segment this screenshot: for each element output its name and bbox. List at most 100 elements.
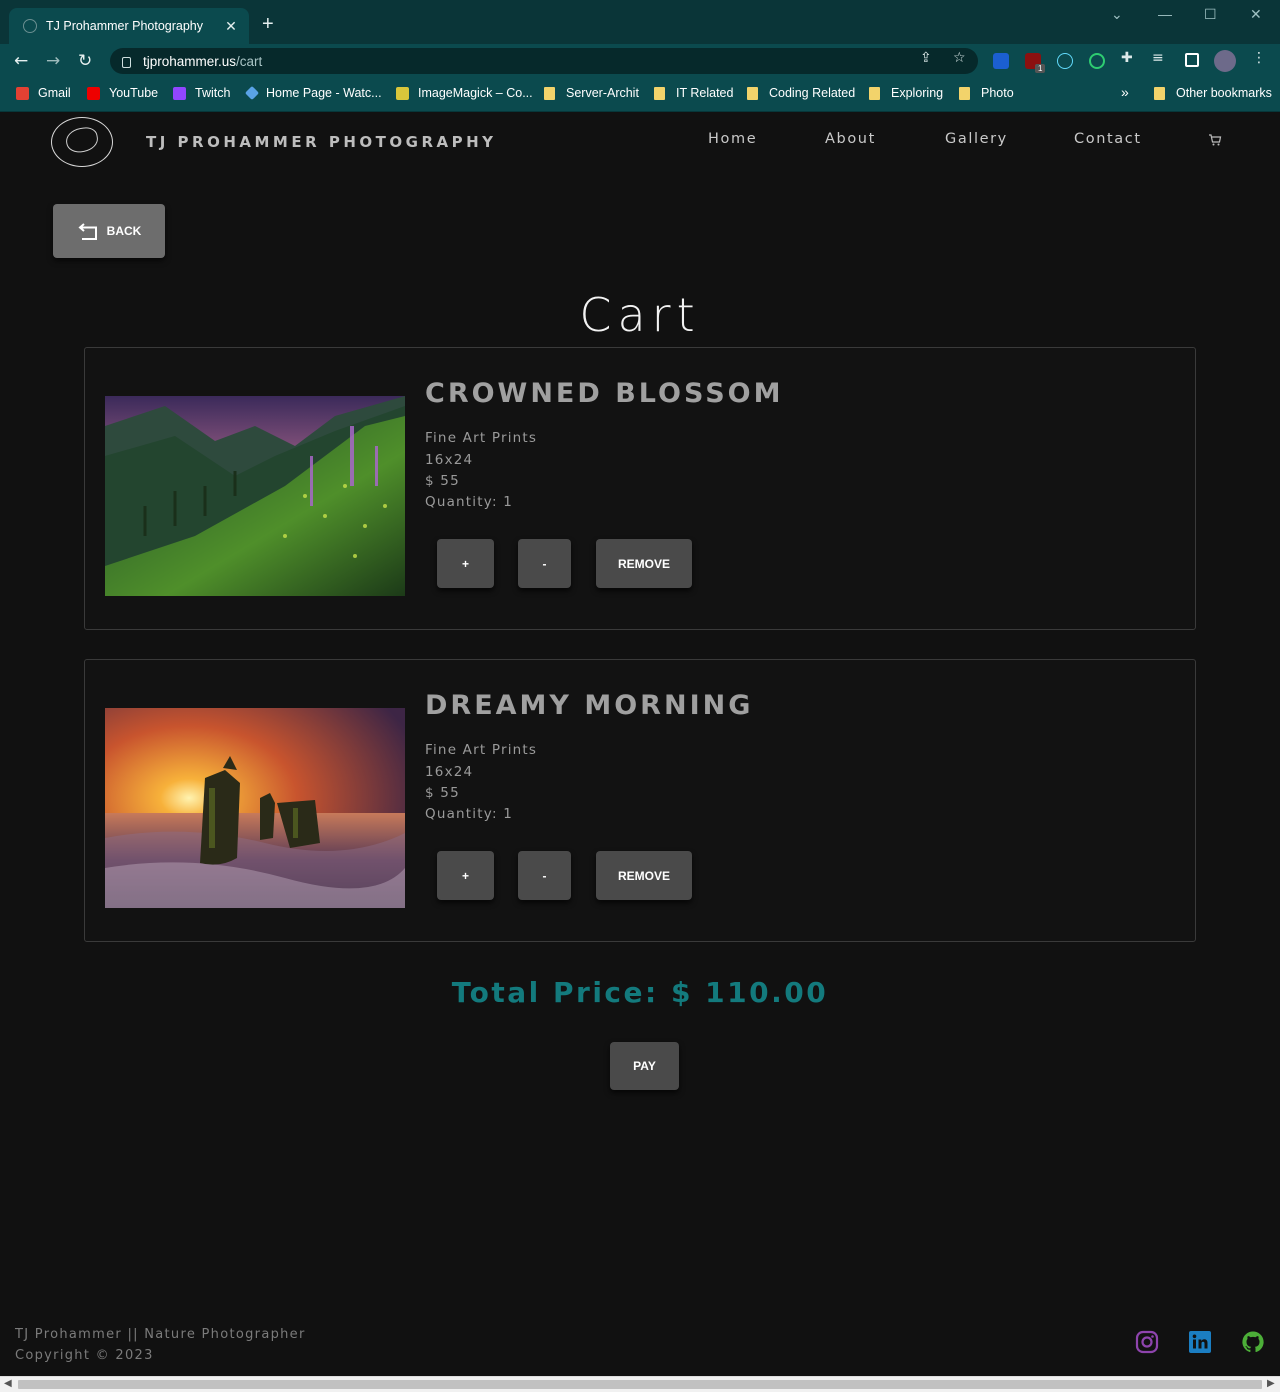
bookmark-folder-exploring[interactable]: Exploring — [869, 86, 943, 100]
minimize-icon[interactable]: — — [1158, 6, 1172, 22]
bookmark-folder-it[interactable]: IT Related — [654, 86, 733, 100]
back-arrow-icon[interactable]: ← — [14, 51, 28, 71]
lock-icon — [122, 56, 131, 68]
nav-about[interactable]: About — [825, 131, 876, 147]
scroll-right-icon[interactable]: ▶ — [1267, 1378, 1275, 1389]
folder-icon — [959, 86, 970, 100]
decrease-quantity-button[interactable]: - — [518, 539, 571, 588]
bookmark-imagemagick[interactable]: ImageMagick – Co... — [396, 86, 533, 100]
nav-gallery[interactable]: Gallery — [945, 131, 1008, 147]
extensions-puzzle-icon[interactable]: ✚ — [1121, 50, 1133, 66]
page-title: Cart — [579, 288, 701, 342]
linkedin-icon[interactable] — [1188, 1330, 1212, 1354]
side-panel-icon[interactable] — [1185, 53, 1199, 67]
cart-icon[interactable] — [1208, 133, 1222, 147]
bookmark-label: YouTube — [109, 86, 159, 100]
bookmark-label: Home Page - Watc... — [266, 86, 382, 100]
tab-search-icon[interactable]: ⌄ — [1111, 6, 1123, 23]
bookmark-star-icon[interactable]: ☆ — [953, 50, 966, 66]
chrome-menu-icon[interactable]: ⋮ — [1252, 50, 1266, 66]
window-close-icon[interactable]: ✕ — [1250, 6, 1262, 23]
bookmark-folder-other[interactable]: Other bookmarks — [1154, 86, 1272, 100]
tab-close-icon[interactable]: ✕ — [223, 18, 239, 35]
tab-title: TJ Prohammer Photography — [46, 19, 204, 33]
bookmark-label: Server-Archit — [566, 86, 639, 100]
increase-quantity-button[interactable]: + — [437, 539, 494, 588]
bookmark-label: Twitch — [195, 86, 231, 100]
product-image — [105, 396, 405, 596]
extension-badge: 1 — [1035, 64, 1046, 73]
product-category: Fine Art Prints — [425, 742, 538, 758]
return-arrow-icon — [78, 223, 97, 240]
nav-home[interactable]: Home — [708, 131, 757, 147]
bookmark-label: ImageMagick – Co... — [418, 86, 533, 100]
cart-item: CROWNED BLOSSOM Fine Art Prints 16x24 $ … — [84, 347, 1196, 630]
nav-contact[interactable]: Contact — [1074, 131, 1142, 147]
bitwarden-extension-icon[interactable] — [993, 53, 1009, 69]
site-logo[interactable] — [51, 117, 113, 167]
browser-toolbar: ← → ↻ tjprohammer.us/cart ⇪ ☆ 1 ✚ ≡ ⋮ — [0, 44, 1280, 78]
product-quantity: Quantity: 1 — [425, 806, 513, 822]
increase-quantity-button[interactable]: + — [437, 851, 494, 900]
product-category: Fine Art Prints — [425, 430, 538, 446]
bookmarks-bar: Gmail YouTube Twitch Home Page - Watc...… — [0, 78, 1280, 112]
bookmark-folder-photo[interactable]: Photo — [959, 86, 1014, 100]
bookmark-gmail[interactable]: Gmail — [16, 86, 71, 100]
bookmark-label: Photo — [981, 86, 1014, 100]
media-control-icon[interactable]: ≡ — [1152, 50, 1164, 66]
folder-icon — [869, 86, 880, 100]
product-image — [105, 708, 405, 908]
react-devtools-icon[interactable] — [1057, 53, 1073, 69]
instagram-icon[interactable] — [1135, 1330, 1159, 1354]
github-icon[interactable] — [1241, 1330, 1265, 1354]
product-name: DREAMY MORNING — [425, 690, 754, 721]
youtube-icon — [87, 86, 100, 100]
product-price: $ 55 — [425, 785, 460, 801]
product-name: CROWNED BLOSSOM — [425, 378, 784, 409]
maximize-icon[interactable]: ☐ — [1204, 6, 1217, 23]
product-price: $ 55 — [425, 473, 460, 489]
forward-arrow-icon[interactable]: → — [46, 51, 60, 71]
bookmark-label: Coding Related — [769, 86, 856, 100]
product-size: 16x24 — [425, 452, 474, 468]
product-size: 16x24 — [425, 764, 474, 780]
site-brand[interactable]: TJ PROHAMMER PHOTOGRAPHY — [146, 133, 497, 151]
new-tab-button[interactable]: + — [262, 14, 274, 34]
bookmark-home-page[interactable]: Home Page - Watc... — [244, 85, 382, 101]
url-path: /cart — [236, 53, 263, 69]
gmail-icon — [16, 86, 29, 100]
browser-chrome: TJ Prohammer Photography ✕ + ⌄ — ☐ ✕ ← →… — [0, 0, 1280, 112]
bookmark-folder-server[interactable]: Server-Archit — [544, 86, 639, 100]
horizontal-scrollbar[interactable]: ◀ ▶ — [0, 1376, 1280, 1392]
imagemagick-icon — [396, 86, 409, 100]
bookmark-label: Gmail — [38, 86, 71, 100]
grammar-extension-icon[interactable] — [1089, 53, 1105, 69]
remove-item-button[interactable]: REMOVE — [596, 851, 692, 900]
site-favicon-icon — [23, 19, 37, 33]
bookmark-folder-coding[interactable]: Coding Related — [747, 86, 855, 100]
pay-button[interactable]: PAY — [610, 1042, 679, 1090]
folder-icon — [654, 86, 665, 100]
decrease-quantity-button[interactable]: - — [518, 851, 571, 900]
profile-avatar[interactable] — [1214, 50, 1236, 72]
remove-item-button[interactable]: REMOVE — [596, 539, 692, 588]
page: TJ PROHAMMER PHOTOGRAPHY Home About Gall… — [0, 112, 1280, 1376]
footer-tagline: TJ Prohammer || Nature Photographer — [15, 1327, 306, 1342]
total-price: Total Price: $ 110.00 — [451, 976, 829, 1009]
back-button[interactable]: BACK — [53, 204, 165, 258]
cart-item: DREAMY MORNING Fine Art Prints 16x24 $ 5… — [84, 659, 1196, 942]
scroll-left-icon[interactable]: ◀ — [4, 1378, 12, 1389]
bookmark-twitch[interactable]: Twitch — [173, 86, 230, 100]
share-icon[interactable]: ⇪ — [920, 50, 932, 66]
more-bookmarks-button[interactable]: » — [1121, 84, 1129, 100]
address-bar[interactable]: tjprohammer.us/cart — [110, 48, 978, 74]
folder-icon — [544, 86, 555, 100]
browser-tab[interactable]: TJ Prohammer Photography ✕ — [9, 8, 249, 44]
scrollbar-thumb[interactable] — [18, 1380, 1262, 1389]
url-host: tjprohammer.us — [143, 53, 237, 69]
footer-copyright: Copyright © 2023 — [15, 1348, 154, 1363]
tab-strip: TJ Prohammer Photography ✕ + ⌄ — ☐ ✕ — [0, 0, 1280, 44]
twitch-icon — [173, 86, 186, 100]
bookmark-youtube[interactable]: YouTube — [87, 86, 158, 100]
reload-icon[interactable]: ↻ — [78, 51, 92, 71]
